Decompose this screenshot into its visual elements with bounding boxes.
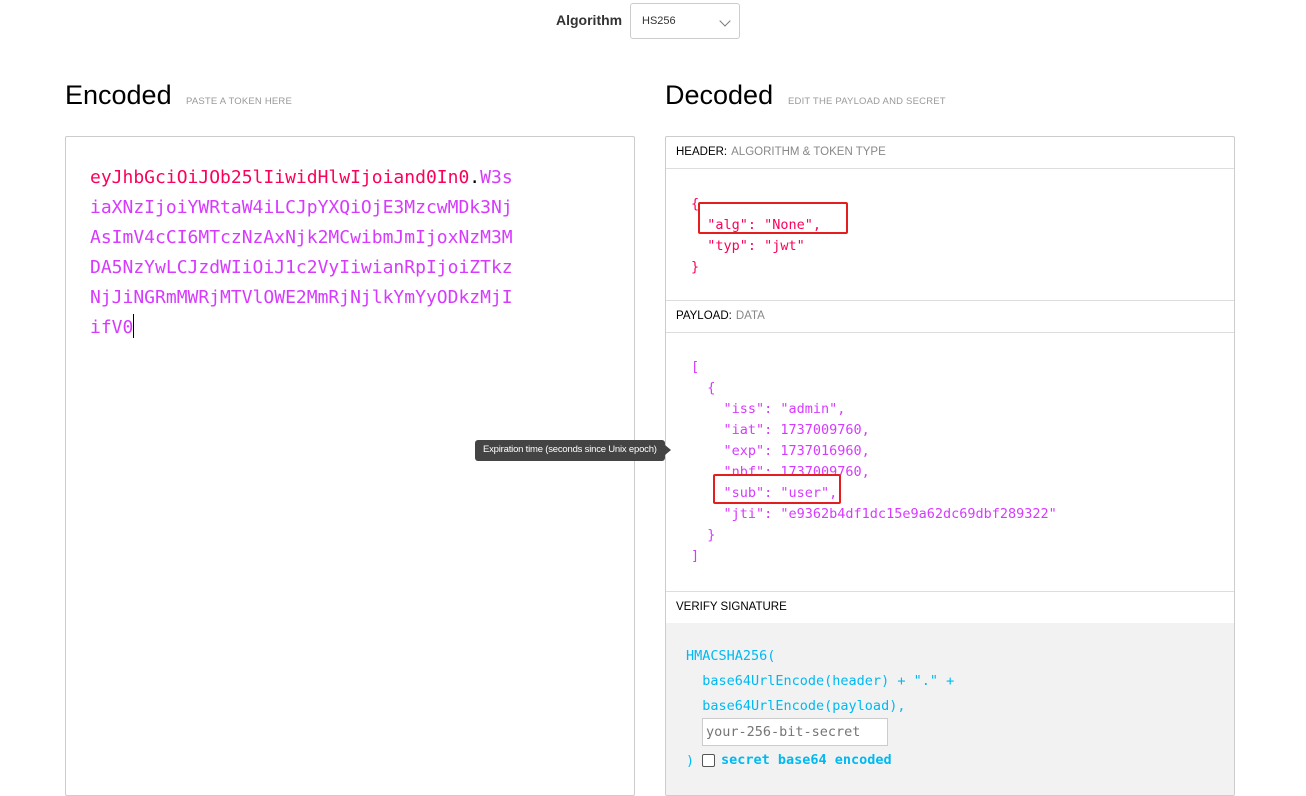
header-section-label: HEADER:: [676, 146, 728, 158]
json-line: "iss": "admin",: [691, 401, 846, 417]
json-line: "exp": 1737016960,: [691, 443, 870, 459]
decoded-subtitle: EDIT THE PAYLOAD AND SECRET: [788, 96, 946, 107]
token-dot: .: [469, 167, 481, 188]
signature-line: HMACSHA256(: [686, 648, 776, 664]
signature-close-paren: ): [686, 753, 695, 769]
annotation-box-sub: [713, 474, 841, 504]
json-line: }: [691, 259, 700, 275]
json-line: "iat": 1737009760,: [691, 422, 870, 438]
json-line: [: [691, 359, 700, 375]
header-section-title: HEADER: ALGORITHM & TOKEN TYPE: [666, 137, 1234, 169]
secret-input[interactable]: [702, 718, 888, 746]
secret-base64-checkbox[interactable]: [702, 754, 715, 767]
algorithm-selected-value: HS256: [642, 15, 676, 27]
encoded-token-text: eyJhbGciOiJOb25lIiwidHlwIjoiand0In0.W3s …: [90, 163, 570, 343]
secret-base64-label[interactable]: secret base64 encoded: [721, 752, 892, 768]
token-payload-line: iaXNzIjoiYWRtaW4iLCJpYXQiOjE3MzcwMDk3Nj: [90, 197, 513, 218]
verify-signature-body: HMACSHA256( base64UrlEncode(header) + ".…: [666, 623, 1234, 795]
json-line: ]: [691, 548, 700, 564]
json-line: }: [691, 527, 716, 543]
annotation-box-alg: [698, 202, 848, 234]
signature-line: base64UrlEncode(header) + "." +: [686, 673, 955, 689]
json-line: {: [691, 380, 716, 396]
json-line: "typ": "jwt": [691, 238, 805, 254]
verify-section-label: VERIFY SIGNATURE: [676, 601, 787, 613]
token-payload-line: ifV0: [90, 317, 134, 338]
algorithm-label: Algorithm: [556, 12, 623, 28]
decoded-title: Decoded: [665, 80, 774, 110]
exp-tooltip: Expiration time (seconds since Unix epoc…: [475, 440, 671, 461]
token-payload-line: NjJiNGRmMWRjMTVlOWE2MmRjNjlkYmYyODkzMjI: [90, 287, 513, 308]
token-header-part: eyJhbGciOiJOb25lIiwidHlwIjoiand0In0: [90, 167, 470, 188]
payload-json-editor[interactable]: [ { "iss": "admin", "iat": 1737009760, "…: [691, 357, 1057, 567]
verify-section-title: VERIFY SIGNATURE: [666, 592, 1234, 624]
chevron-down-icon: [719, 15, 731, 27]
header-section-desc: ALGORITHM & TOKEN TYPE: [731, 146, 886, 158]
payload-section-label: PAYLOAD:: [676, 310, 732, 322]
decoded-panel: HEADER: ALGORITHM & TOKEN TYPE { "alg": "…: [665, 136, 1235, 796]
token-payload-line: DA5NzYwLCJzdWIiOiJ1c2VyIiwianRpIjoiZTkz: [90, 257, 513, 278]
token-payload-line: AsImV4cCI6MTczNzAxNjk2MCwibmJmIjoxNzM3M: [90, 227, 513, 248]
payload-section-desc: DATA: [735, 310, 765, 322]
encoded-subtitle: PASTE A TOKEN HERE: [186, 96, 293, 107]
token-payload-line: W3s: [480, 167, 513, 188]
payload-section-title: PAYLOAD: DATA: [666, 301, 1234, 333]
encoded-token-textarea[interactable]: eyJhbGciOiJOb25lIiwidHlwIjoiand0In0.W3s …: [65, 136, 635, 796]
text-cursor: [133, 314, 135, 338]
json-line: "jti": "e9362b4df1dc15e9a62dc69dbf289322…: [691, 506, 1057, 522]
signature-line: base64UrlEncode(payload),: [686, 698, 906, 714]
encoded-title: Encoded: [65, 80, 172, 110]
algorithm-select[interactable]: HS256: [630, 3, 740, 39]
